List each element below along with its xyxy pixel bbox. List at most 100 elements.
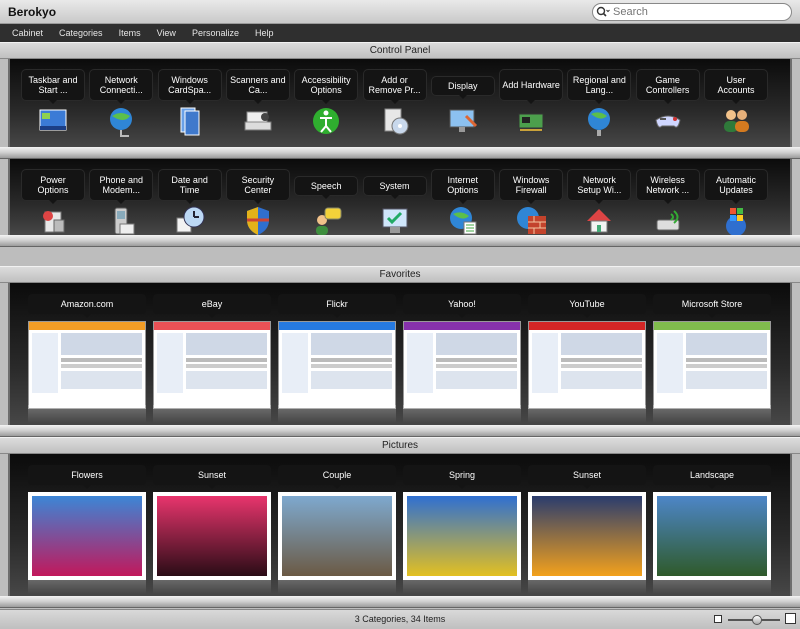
regional-globe-icon (582, 104, 616, 138)
control-panel-item[interactable]: Power Options (22, 159, 84, 239)
picture-item[interactable]: Couple (278, 454, 396, 594)
website-thumbnail (528, 321, 646, 409)
control-panel-item-label: Phone and Modem... (90, 170, 153, 204)
windows-update-icon (719, 204, 753, 238)
zoom-slider[interactable] (728, 615, 780, 625)
control-panel-item[interactable]: Windows Firewall (500, 159, 563, 239)
control-panel-item-label: Game Controllers (636, 70, 699, 104)
shelf-ledge (0, 596, 800, 608)
status-text: 3 Categories, 34 Items (354, 614, 446, 624)
shield-icon (241, 204, 275, 238)
favorite-item[interactable]: Microsoft Store (653, 283, 771, 423)
menu-view[interactable]: View (149, 28, 184, 38)
zoom-slider-thumb[interactable] (751, 615, 762, 625)
shelf-ledge (0, 147, 800, 159)
picture-thumbnail (653, 492, 771, 580)
favorite-item[interactable]: Amazon.com (28, 283, 146, 423)
control-panel-item-label: Accessibility Options (295, 70, 358, 104)
control-panel-item[interactable]: Taskbar and Start ... (22, 59, 84, 139)
picture-thumbnail (278, 492, 396, 580)
users-icon (719, 104, 753, 138)
website-thumbnail (653, 321, 771, 409)
search-icon[interactable] (593, 4, 613, 20)
control-panel-item[interactable]: Phone and Modem... (90, 159, 153, 239)
section-header-favorites[interactable]: Favorites (0, 266, 800, 283)
control-panel-item[interactable]: Display (431, 59, 494, 139)
thumbnail-reflection (153, 576, 271, 594)
thumbnail-reflection (403, 576, 521, 594)
pictures-shelf: Flowers Sunset Couple Spring Sunset Landscape (8, 454, 792, 596)
control-panel-item[interactable]: Security Center (226, 159, 289, 239)
favorite-item[interactable]: Flickr (278, 283, 396, 423)
website-thumbnail (278, 321, 396, 409)
control-panel-item[interactable]: Scanners and Ca... (226, 59, 289, 139)
control-panel-item[interactable]: Windows CardSpa... (158, 59, 221, 139)
picture-item-label: Flowers (28, 465, 146, 489)
control-panel-shelf-2: Power Options Phone and Modem... Date and … (8, 159, 792, 236)
menu-cabinet[interactable]: Cabinet (4, 28, 51, 38)
picture-thumbnail (28, 492, 146, 580)
shelf-ledge (0, 425, 800, 437)
display-icon (446, 104, 480, 138)
power-icon (36, 204, 70, 238)
control-panel-item[interactable]: Date and Time (158, 159, 221, 239)
picture-item-label: Couple (278, 465, 396, 489)
control-panel-item[interactable]: Add or Remove Pr... (363, 59, 426, 139)
network-globe-icon (104, 104, 138, 138)
section-header-pictures[interactable]: Pictures (0, 437, 800, 454)
picture-item-label: Spring (403, 465, 521, 489)
control-panel-item-label: User Accounts (705, 70, 767, 104)
control-panel-item[interactable]: Automatic Updates (705, 159, 767, 239)
control-panel-item[interactable]: Add Hardware (500, 59, 563, 139)
picture-item[interactable]: Spring (403, 454, 521, 594)
menu-personalize[interactable]: Personalize (184, 28, 247, 38)
control-panel-item-label: Scanners and Ca... (226, 70, 289, 104)
control-panel-item-label: Add Hardware (500, 70, 563, 104)
control-panel-item-label: Power Options (22, 170, 84, 204)
picture-thumbnail (403, 492, 521, 580)
control-panel-item[interactable]: Wireless Network ... (636, 159, 699, 239)
zoom-out-icon[interactable] (714, 615, 722, 623)
speech-icon (309, 204, 343, 238)
picture-item[interactable]: Sunset (153, 454, 271, 594)
favorites-shelf: Amazon.com eBay Flickr Yahoo! YouTube Microso… (8, 283, 792, 425)
firewall-icon (514, 204, 548, 238)
menu-categories[interactable]: Categories (51, 28, 111, 38)
hardware-icon (514, 104, 548, 138)
search-input[interactable] (613, 6, 783, 18)
cardspace-icon (173, 104, 207, 138)
control-panel-item[interactable]: Internet Options (431, 159, 494, 239)
scanner-icon (241, 104, 275, 138)
control-panel-item[interactable]: Accessibility Options (295, 59, 358, 139)
website-thumbnail (28, 321, 146, 409)
picture-thumbnail (528, 492, 646, 580)
control-panel-item[interactable]: User Accounts (705, 59, 767, 139)
thumbnail-reflection (28, 405, 146, 423)
gamepad-icon (651, 104, 685, 138)
control-panel-item-label: Internet Options (431, 170, 494, 204)
favorite-item[interactable]: YouTube (528, 283, 646, 423)
menu-items[interactable]: Items (111, 28, 149, 38)
control-panel-item[interactable]: Regional and Lang... (568, 59, 631, 139)
menu-help[interactable]: Help (247, 28, 282, 38)
section-header-control-panel[interactable]: Control Panel (0, 42, 800, 59)
control-panel-item-label: System (363, 177, 426, 199)
control-panel-item-label: Security Center (226, 170, 289, 204)
picture-item[interactable]: Landscape (653, 454, 771, 594)
favorite-item[interactable]: Yahoo! (403, 283, 521, 423)
picture-item[interactable]: Sunset (528, 454, 646, 594)
control-panel-item[interactable]: Speech (295, 159, 358, 239)
thumbnail-reflection (528, 405, 646, 423)
control-panel-item-label: Regional and Lang... (568, 70, 631, 104)
thumbnail-reflection (28, 576, 146, 594)
control-panel-item[interactable]: Game Controllers (636, 59, 699, 139)
control-panel-item[interactable]: Network Connecti... (90, 59, 153, 139)
search-box[interactable] (592, 3, 792, 21)
favorite-item-label: YouTube (528, 294, 646, 318)
accessibility-icon (309, 104, 343, 138)
favorite-item[interactable]: eBay (153, 283, 271, 423)
control-panel-item[interactable]: System (363, 159, 426, 239)
picture-item[interactable]: Flowers (28, 454, 146, 594)
zoom-in-icon[interactable] (785, 613, 796, 624)
control-panel-item[interactable]: Network Setup Wi... (568, 159, 631, 239)
